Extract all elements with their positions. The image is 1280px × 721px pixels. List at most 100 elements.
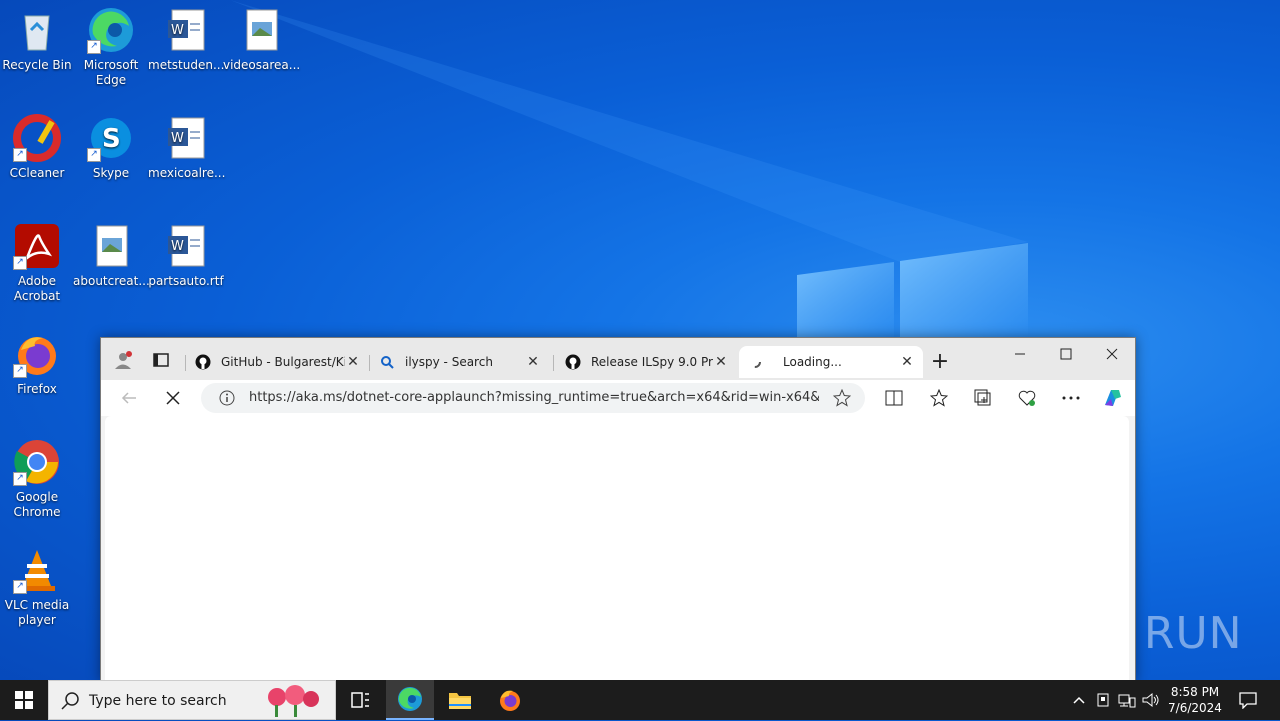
tab-ilyspy-search[interactable]: ilyspy - Search ✕	[371, 346, 549, 378]
tab-close-icon[interactable]: ✕	[345, 354, 361, 370]
minimize-button[interactable]	[997, 338, 1043, 370]
desktop-icon-label: mexicoalre...	[148, 166, 226, 180]
ccleaner-icon: ↗	[13, 114, 61, 162]
taskbar-edge-button[interactable]	[386, 680, 434, 720]
search-icon	[379, 354, 395, 370]
svg-text:W: W	[171, 131, 184, 146]
notification-icon	[1239, 692, 1257, 709]
favorites-icon	[930, 389, 948, 407]
stop-loading-button[interactable]	[161, 386, 185, 410]
desktop-icon-label: Google Chrome	[13, 490, 61, 519]
image-file-icon	[87, 222, 135, 270]
anyrun-watermark: ANY RUN	[1036, 608, 1243, 659]
start-button[interactable]	[0, 680, 48, 720]
maximize-icon	[1060, 348, 1072, 360]
url-text[interactable]: https://aka.ms/dotnet-core-applaunch?mis…	[249, 390, 819, 405]
shortcut-arrow-icon: ↗	[13, 256, 27, 270]
desktop-icon-label: Skype	[92, 166, 130, 180]
back-arrow-icon	[121, 392, 136, 404]
heart-pulse-icon	[1018, 390, 1036, 406]
desktop-icon-microsoft-edge[interactable]: ↗ Microsoft Edge	[73, 0, 149, 88]
taskbar-clock[interactable]: 8:58 PM 7/6/2024	[1160, 684, 1230, 716]
task-view-button[interactable]	[336, 680, 384, 720]
edge-icon: ↗	[87, 6, 135, 54]
taskbar-firefox-button[interactable]	[486, 680, 534, 720]
github-icon	[565, 354, 581, 370]
word-document-icon: W	[162, 222, 210, 270]
taskbar: Type here to search 8:58 PM 7/6/2024	[0, 680, 1280, 720]
tab-title: Loading...	[783, 355, 842, 369]
word-document-icon: W	[162, 114, 210, 162]
copilot-icon	[1105, 390, 1121, 406]
svg-text:W: W	[171, 23, 184, 38]
desktop-icon-google-chrome[interactable]: ↗ Google Chrome	[0, 432, 75, 520]
image-file-icon	[237, 6, 285, 54]
edge-browser-window[interactable]: GitHub - Bulgarest/Kit ✕ ilyspy - Search…	[100, 337, 1136, 682]
desktop-icon-firefox[interactable]: ↗ Firefox	[0, 324, 75, 397]
split-screen-button[interactable]	[882, 386, 906, 410]
maximize-button[interactable]	[1043, 338, 1089, 370]
split-screen-icon	[885, 390, 903, 406]
recycle-bin-icon	[13, 6, 61, 54]
desktop-icon-ccleaner[interactable]: ↗ CCleaner	[0, 108, 75, 181]
copilot-button[interactable]	[1100, 386, 1124, 410]
new-tab-button[interactable]: +	[927, 346, 953, 376]
desktop-icon-label: Adobe Acrobat	[13, 274, 61, 303]
tray-network-icon[interactable]	[1116, 680, 1138, 720]
shortcut-arrow-icon: ↗	[13, 580, 27, 594]
more-options-button[interactable]	[1059, 386, 1083, 410]
favorite-star-icon[interactable]	[832, 388, 852, 411]
tab-loading[interactable]: Loading... ✕	[739, 346, 923, 378]
close-window-button[interactable]	[1089, 338, 1135, 370]
back-button[interactable]	[117, 386, 141, 410]
profile-icon[interactable]	[111, 348, 135, 372]
taskbar-file-explorer-button[interactable]	[436, 680, 484, 720]
browser-toolbar: https://aka.ms/dotnet-core-applaunch?mis…	[101, 380, 1135, 416]
desktop-icon-mexicoalre[interactable]: W mexicoalre...	[148, 108, 226, 181]
svg-text:W: W	[171, 239, 184, 254]
svg-text:S: S	[102, 124, 121, 154]
desktop-icon-label: VLC media player	[4, 598, 70, 627]
tab-github-kit[interactable]: GitHub - Bulgarest/Kit ✕	[187, 346, 369, 378]
desktop-icon-metstuden[interactable]: W metstuden...	[148, 0, 224, 73]
address-bar[interactable]: https://aka.ms/dotnet-core-applaunch?mis…	[201, 383, 865, 413]
desktop-icon-recycle-bin[interactable]: Recycle Bin	[0, 0, 75, 73]
tab-release-ilspy[interactable]: Release ILSpy 9.0 Previ ✕	[557, 346, 737, 378]
usb-device-icon	[1097, 693, 1109, 707]
desktop-icon-label: Firefox	[17, 382, 57, 396]
desktop-icon-adobe-acrobat[interactable]: ↗ Adobe Acrobat	[0, 216, 75, 304]
favorites-button[interactable]	[927, 386, 951, 410]
windows-logo-icon	[15, 691, 33, 709]
tab-strip: GitHub - Bulgarest/Kit ✕ ilyspy - Search…	[101, 338, 1135, 380]
tab-close-icon[interactable]: ✕	[525, 354, 541, 370]
chrome-icon: ↗	[13, 438, 61, 486]
tab-actions-icon[interactable]	[149, 348, 173, 372]
desktop-icon-partsauto[interactable]: W partsauto.rtf	[148, 216, 224, 289]
desktop-icon-label: videosarea...	[223, 58, 301, 72]
shortcut-arrow-icon: ↗	[13, 148, 27, 162]
tab-separator	[185, 355, 186, 371]
browser-essentials-button[interactable]	[1015, 386, 1039, 410]
clock-time: 8:58 PM	[1170, 685, 1220, 699]
taskbar-search-box[interactable]: Type here to search	[48, 680, 336, 720]
github-icon	[195, 354, 211, 370]
tab-close-icon[interactable]: ✕	[713, 354, 729, 370]
tray-device-icon[interactable]	[1092, 680, 1114, 720]
desktop-icon-skype[interactable]: S ↗ Skype	[73, 108, 149, 181]
network-icon	[1118, 694, 1136, 708]
tab-separator	[369, 355, 370, 371]
desktop-icon-videosarea[interactable]: videosarea...	[223, 0, 301, 73]
shortcut-arrow-icon: ↗	[87, 40, 101, 54]
action-center-button[interactable]	[1234, 680, 1262, 720]
word-document-icon: W	[162, 6, 210, 54]
collections-button[interactable]	[971, 386, 995, 410]
tab-close-icon[interactable]: ✕	[899, 354, 915, 370]
tray-volume-icon[interactable]	[1140, 680, 1162, 720]
desktop-icon-vlc[interactable]: ↗ VLC media player	[0, 540, 75, 628]
show-hidden-icons-button[interactable]	[1068, 680, 1090, 720]
desktop-icon-aboutcreat[interactable]: aboutcreat...	[73, 216, 150, 289]
page-content-area[interactable]	[105, 416, 1129, 681]
task-view-icon	[351, 692, 369, 708]
site-info-icon[interactable]	[219, 390, 235, 410]
stop-icon	[166, 391, 180, 405]
